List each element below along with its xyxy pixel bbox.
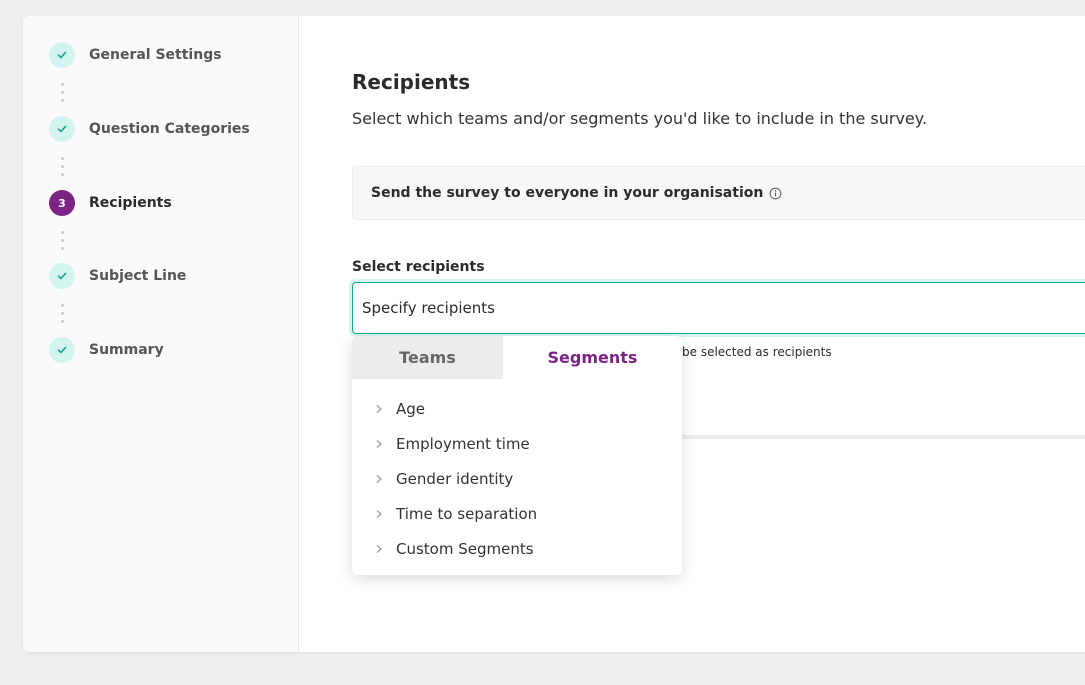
chevron-right-icon (376, 404, 382, 413)
recipients-input-value: Specify recipients (362, 299, 495, 317)
chevron-right-icon (376, 439, 382, 448)
step-connector (61, 231, 64, 255)
step-label: General Settings (89, 47, 222, 63)
segment-list: Age Employment time Gender identity Time… (352, 379, 682, 566)
segment-item-gender-identity[interactable]: Gender identity (352, 461, 682, 496)
check-icon (49, 116, 75, 142)
steps-sidebar: General Settings Question Categories 3 R… (23, 16, 299, 652)
dropdown-tabs: Teams Segments (352, 336, 682, 379)
tab-segments[interactable]: Segments (503, 336, 682, 379)
segment-label: Age (396, 399, 426, 418)
chevron-right-icon (376, 509, 382, 518)
step-label: Subject Line (89, 268, 187, 284)
chevron-right-icon (376, 474, 382, 483)
step-label: Summary (89, 342, 164, 358)
segment-label: Employment time (396, 434, 530, 453)
segment-item-age[interactable]: Age (352, 391, 682, 426)
recipients-helper-text: be selected as recipients (682, 345, 832, 359)
step-summary[interactable]: Summary (49, 337, 164, 363)
chevron-right-icon (376, 544, 382, 553)
step-number-badge: 3 (49, 190, 75, 216)
step-connector (61, 304, 64, 328)
step-question-categories[interactable]: Question Categories (49, 116, 250, 142)
segment-item-custom-segments[interactable]: Custom Segments (352, 531, 682, 566)
check-icon (49, 42, 75, 68)
page-title: Recipients (352, 70, 471, 94)
check-icon (49, 337, 75, 363)
survey-setup-card: General Settings Question Categories 3 R… (23, 16, 1085, 652)
segment-label: Custom Segments (396, 539, 534, 558)
segment-item-employment-time[interactable]: Employment time (352, 426, 682, 461)
page-subtitle: Select which teams and/or segments you'd… (352, 109, 928, 128)
recipients-dropdown: Teams Segments Age Employment time Gende… (352, 336, 682, 575)
step-subject-line[interactable]: Subject Line (49, 263, 186, 289)
step-general-settings[interactable]: General Settings (49, 42, 222, 68)
step-label: Recipients (89, 195, 172, 211)
send-to-everyone-toggle[interactable]: Send the survey to everyone in your orga… (352, 166, 1085, 220)
segment-label: Time to separation (396, 504, 538, 523)
step-label: Question Categories (89, 121, 250, 137)
step-recipients[interactable]: 3 Recipients (49, 190, 172, 216)
check-icon (49, 263, 75, 289)
step-connector (61, 83, 64, 107)
main-panel: Recipients Select which teams and/or seg… (299, 16, 1085, 652)
info-icon[interactable] (769, 187, 782, 200)
recipients-select-input[interactable]: Specify recipients (352, 282, 1085, 334)
tab-teams[interactable]: Teams (352, 336, 503, 379)
segment-item-time-to-separation[interactable]: Time to separation (352, 496, 682, 531)
select-recipients-label: Select recipients (352, 259, 485, 275)
segment-label: Gender identity (396, 469, 514, 488)
step-connector (61, 157, 64, 181)
send-to-everyone-label: Send the survey to everyone in your orga… (371, 185, 764, 201)
